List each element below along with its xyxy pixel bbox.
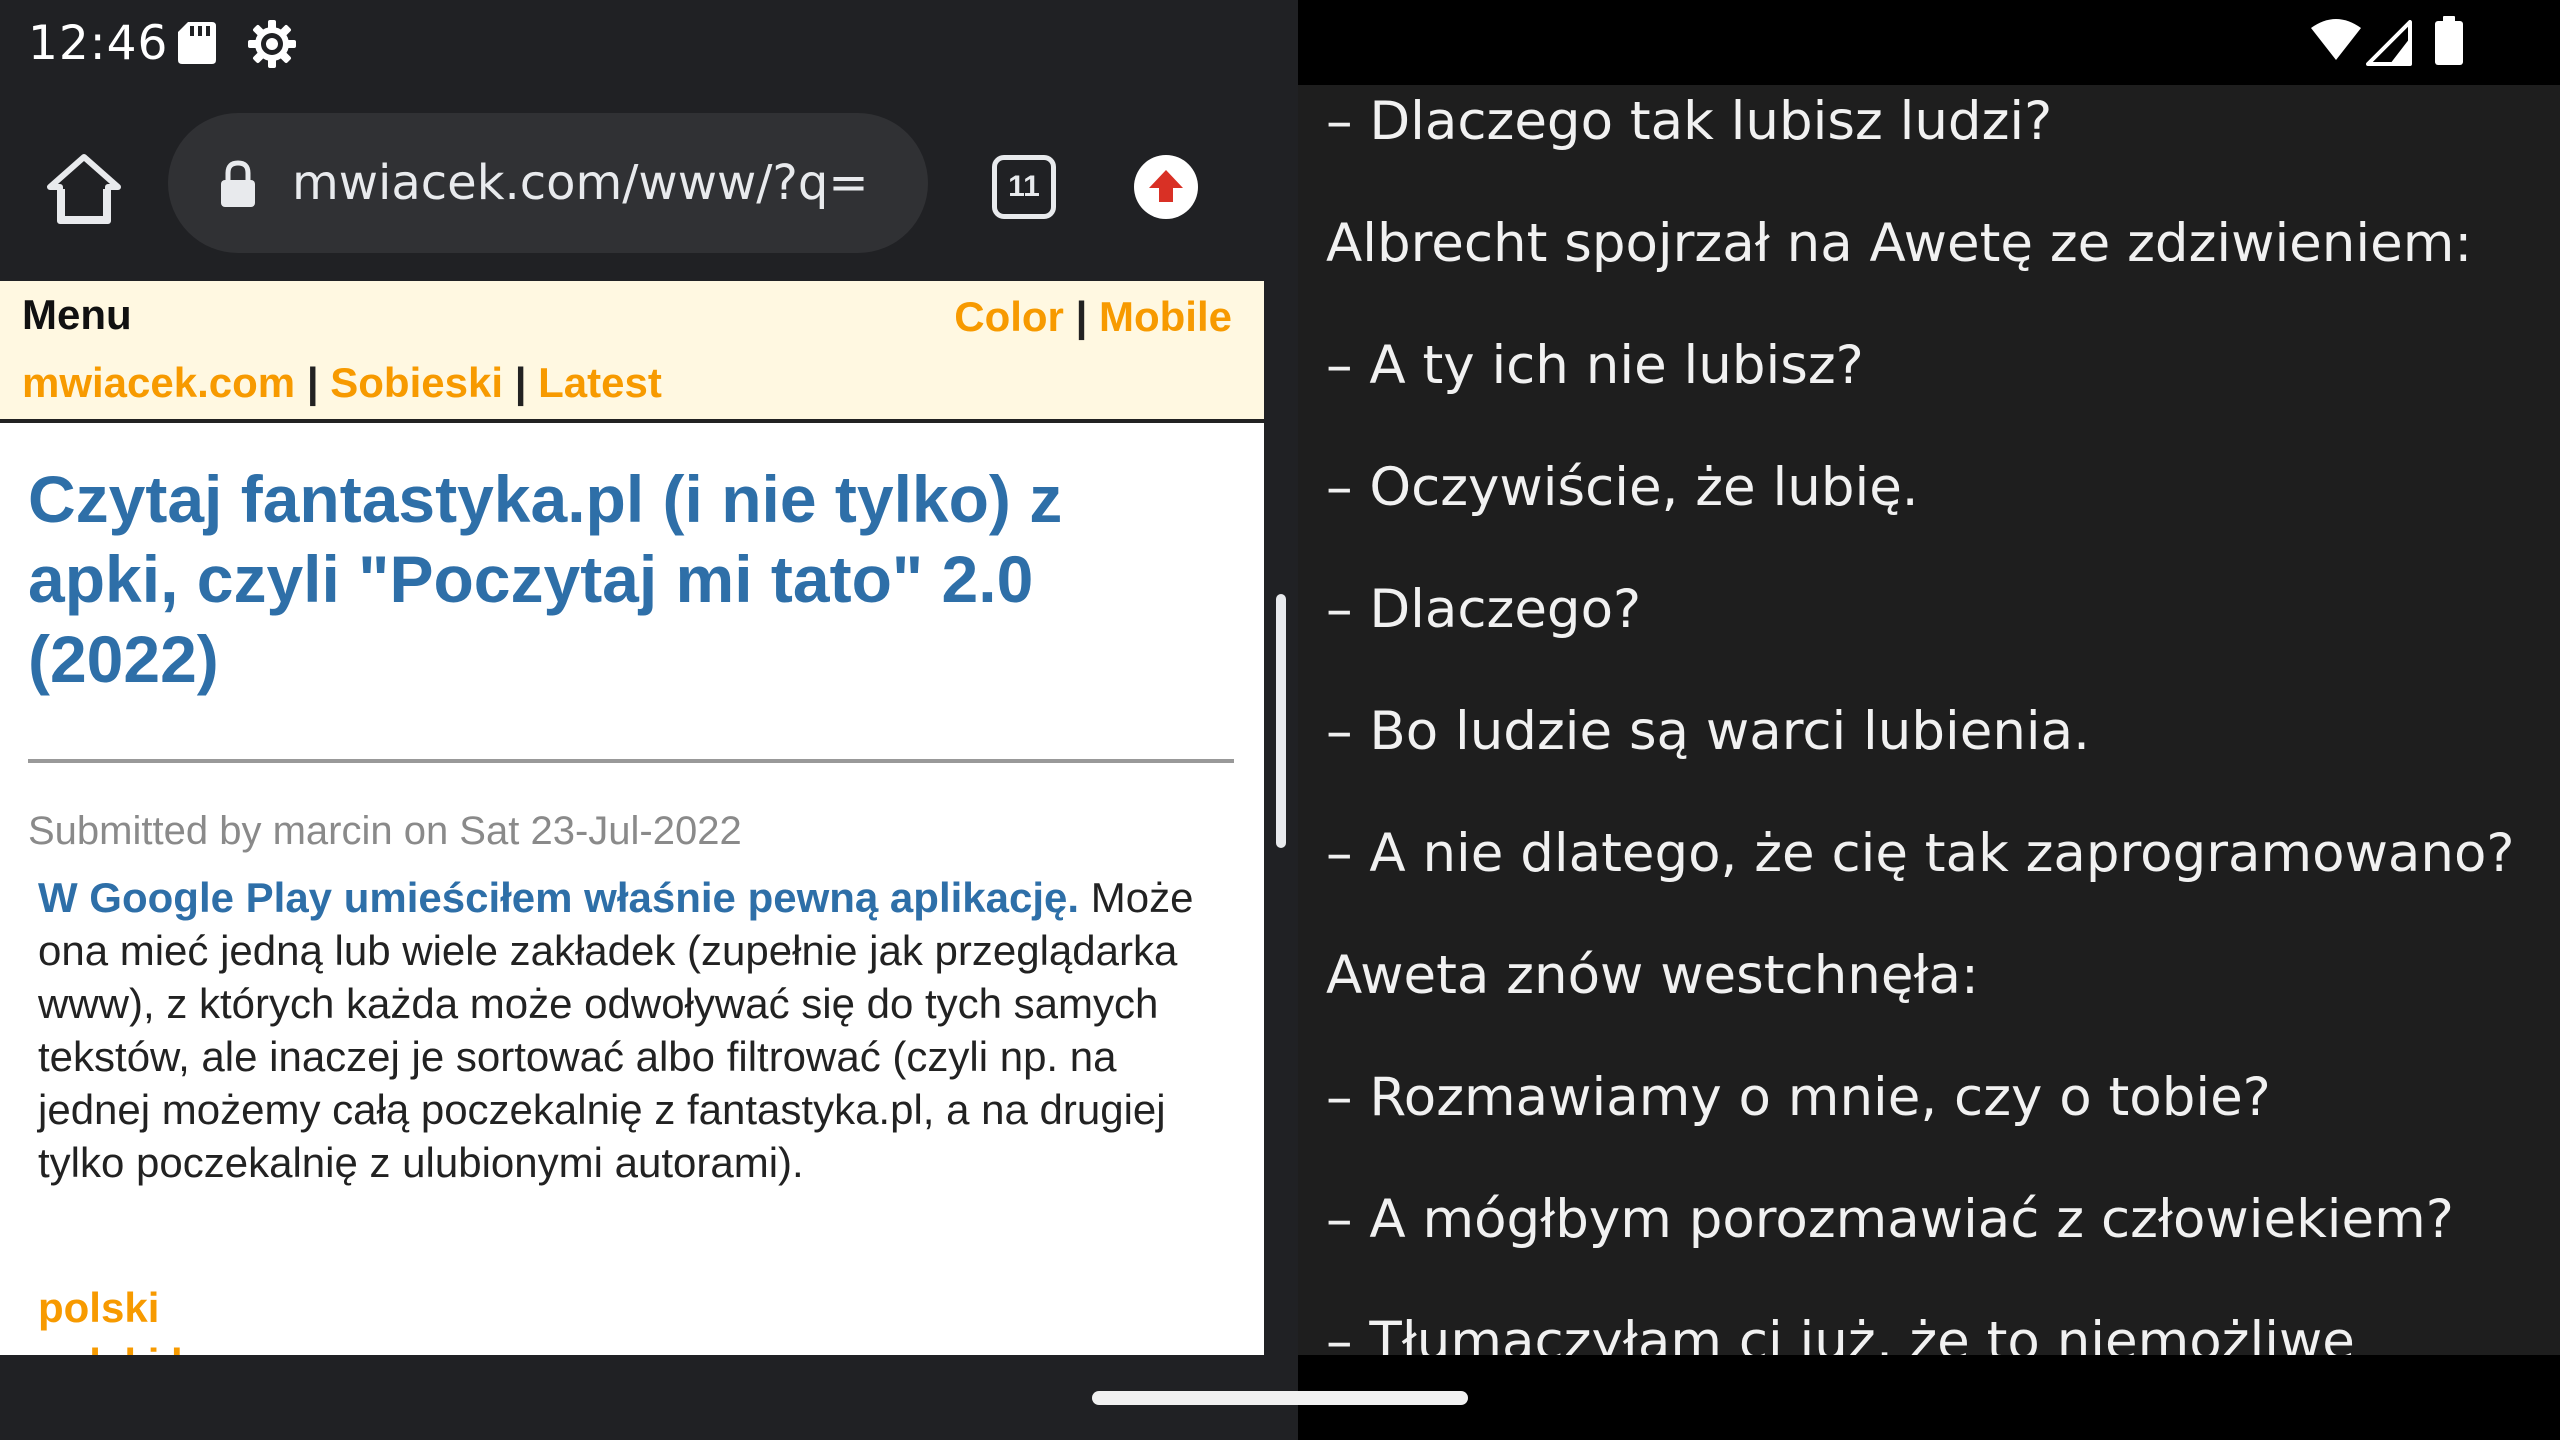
nav-link-mwiacek[interactable]: mwiacek.com [22,359,295,406]
sd-card-icon [178,22,216,64]
display-links: Color | Mobile [954,293,1232,341]
site-menu: Menu Color | Mobile mwiacek.com | Sobies… [0,281,1264,423]
submitted-byline: Submitted by marcin on Sat 23-Jul-2022 [28,809,742,853]
link-separator: | [1075,293,1088,340]
status-bar-right [1298,0,2560,85]
title-divider [28,759,1234,763]
story-paragraph: – A mógłbym porozmawiać z człowiekiem? [1326,1189,2454,1250]
story-paragraph: Albrecht spojrzał na Awetę ze zdziwienie… [1326,213,2473,274]
reader-pane: – Dlaczego tak lubisz ludzi? Albrecht sp… [1298,0,2560,1440]
color-link[interactable]: Color [954,293,1064,340]
divider-drag-handle[interactable] [1276,594,1286,848]
wifi-icon [2311,19,2361,60]
settings-gear-icon [248,20,296,68]
nav-link-sobieski[interactable]: Sobieski [330,359,503,406]
story-paragraph: – Tłumaczyłam ci już, że to niemożliwe [1326,1311,2355,1355]
gesture-navigation-bar[interactable] [1092,1391,1468,1405]
browser-toolbar: mwiacek.com/www/?q= 11 [0,85,1264,281]
mobile-link[interactable]: Mobile [1099,293,1232,340]
story-paragraph: – Rozmawiamy o mnie, czy o tobie? [1326,1067,2271,1128]
battery-icon [2435,16,2463,65]
story-paragraph: – A nie dlatego, że cię tak zaprogramowa… [1326,823,2515,884]
link-separator: | [514,359,527,406]
link-separator: | [306,359,319,406]
lock-icon [221,160,255,207]
story-paragraph: – Dlaczego? [1326,579,1642,640]
home-icon[interactable] [44,149,124,229]
article-title[interactable]: Czytaj fantastyka.pl (i nie tylko) z apk… [28,459,1228,699]
story-paragraph: – Oczywiście, że lubię. [1326,457,1919,518]
google-play-link[interactable]: W Google Play umieściłem właśnie pewną a… [38,874,1079,921]
article-body: W Google Play umieściłem właśnie pewną a… [38,871,1238,1189]
status-clock: 12:46 [28,16,169,71]
url-text[interactable]: mwiacek.com/www/?q= [292,153,922,213]
update-available-icon[interactable] [1134,155,1198,219]
tag-link-polski[interactable]: polski [38,1284,159,1332]
nav-link-latest[interactable]: Latest [538,359,662,406]
menu-title: Menu [22,291,132,338]
right-nav-area [1298,1355,2560,1440]
web-page-content: Menu Color | Mobile mwiacek.com | Sobies… [0,281,1264,1355]
left-nav-area [0,1355,1264,1440]
story-text-view[interactable]: – Dlaczego tak lubisz ludzi? Albrecht sp… [1298,85,2560,1355]
cell-signal-icon [2366,20,2412,66]
story-paragraph: – A ty ich nie lubisz? [1326,335,1864,396]
split-screen-divider[interactable] [1264,0,1298,1440]
browser-pane: 12:46 mwiacek.com/www/?q= 11 Menu Color … [0,0,1264,1440]
tag-link-polski-k[interactable]: polski k [38,1340,194,1355]
status-bar-left: 12:46 [0,0,1264,85]
nav-links: mwiacek.com | Sobieski | Latest [22,359,662,407]
address-bar[interactable]: mwiacek.com/www/?q= [168,113,928,253]
story-paragraph: – Bo ludzie są warci lubienia. [1326,701,2090,762]
story-paragraph: – Dlaczego tak lubisz ludzi? [1326,91,2053,152]
tab-switcher-icon[interactable]: 11 [992,155,1056,219]
story-paragraph: Aweta znów westchnęła: [1326,945,1979,1006]
